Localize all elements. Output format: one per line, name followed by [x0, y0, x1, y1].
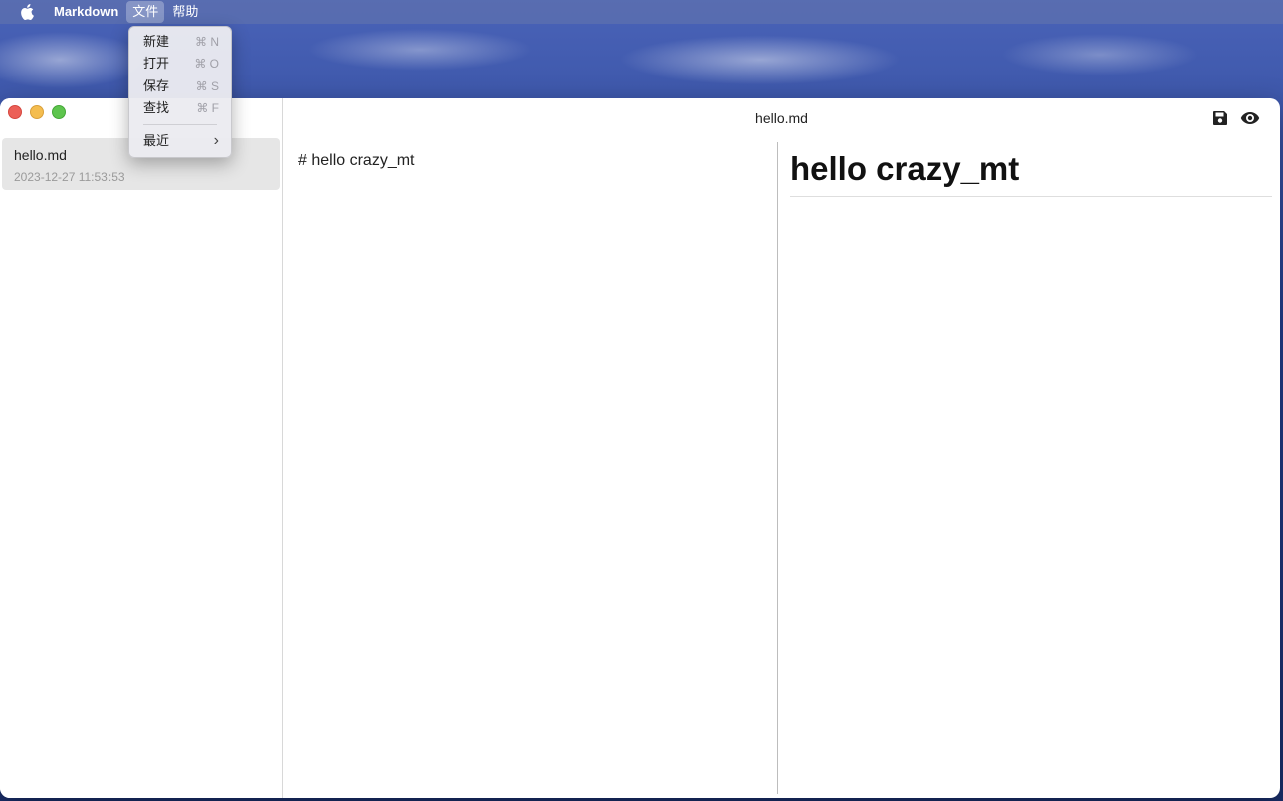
menu-item-shortcut: ⌘ N [195, 35, 219, 49]
menu-item-find[interactable]: 查找 ⌘ F [143, 98, 219, 118]
menu-separator [143, 124, 217, 125]
document-title: hello.md [755, 110, 808, 126]
save-icon[interactable] [1210, 108, 1230, 128]
file-menu-dropdown: 新建 ⌘ N 打开 ⌘ O 保存 ⌘ S 查找 ⌘ F 最近 › [128, 26, 232, 158]
menu-file[interactable]: 文件 [126, 1, 165, 23]
menu-item-shortcut: ⌘ S [195, 79, 219, 93]
markdown-editor[interactable]: # hello crazy_mt [298, 152, 415, 170]
app-window: hello.md 2023-12-27 11:53:53 hello.md # … [0, 98, 1280, 798]
eye-icon[interactable] [1240, 108, 1260, 128]
window-controls [8, 105, 66, 119]
menu-item-new[interactable]: 新建 ⌘ N [143, 32, 219, 52]
maximize-button[interactable] [52, 105, 66, 119]
menu-help[interactable]: 帮助 [166, 1, 204, 23]
menu-item-shortcut: ⌘ O [194, 57, 219, 71]
menu-item-label: 查找 [143, 100, 170, 115]
menu-item-open[interactable]: 打开 ⌘ O [143, 54, 219, 74]
chevron-right-icon: › [213, 132, 219, 149]
menu-item-label: 最近 [143, 133, 170, 148]
pane-divider[interactable] [777, 142, 778, 794]
preview-heading: hello crazy_mt [790, 150, 1272, 197]
file-date: 2023-12-27 11:53:53 [14, 170, 125, 184]
menu-bar: Markdown 文件 帮助 [0, 0, 1283, 24]
file-name: hello.md [14, 147, 67, 163]
menu-app-name[interactable]: Markdown [54, 1, 124, 23]
close-button[interactable] [8, 105, 22, 119]
menu-item-label: 新建 [143, 34, 170, 49]
menu-item-shortcut: ⌘ F [196, 101, 219, 115]
sidebar: hello.md 2023-12-27 11:53:53 [0, 98, 283, 798]
menu-item-save[interactable]: 保存 ⌘ S [143, 76, 219, 96]
main-area: hello.md # hello crazy_mt hello crazy_mt [283, 98, 1280, 798]
menu-item-label: 打开 [143, 56, 170, 71]
menu-item-recent[interactable]: 最近 › [143, 131, 219, 151]
menu-item-label: 保存 [143, 78, 170, 93]
minimize-button[interactable] [30, 105, 44, 119]
apple-icon[interactable] [20, 3, 38, 21]
